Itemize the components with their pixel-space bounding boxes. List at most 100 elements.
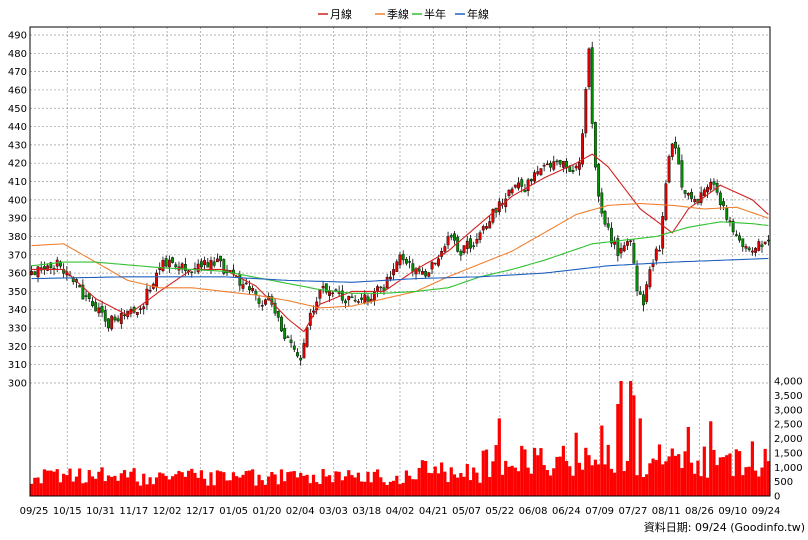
volume-bar xyxy=(241,474,245,496)
volume-bar xyxy=(369,482,373,496)
volume-bar xyxy=(484,449,489,496)
price-tick-label: 360 xyxy=(8,269,27,280)
price-tick-label: 340 xyxy=(8,305,27,316)
volume-bar xyxy=(734,449,738,496)
candle-down xyxy=(718,192,722,206)
volume-bar xyxy=(388,481,392,496)
candle-up xyxy=(686,193,690,196)
candle-down xyxy=(123,314,126,317)
volume-bar xyxy=(741,475,745,496)
candle-down xyxy=(219,255,223,262)
volume-bar xyxy=(443,471,447,496)
volume-bar xyxy=(33,477,37,496)
candle-down xyxy=(100,306,104,313)
volume-bar xyxy=(462,476,466,496)
volume-bar xyxy=(750,441,754,496)
volume-bar xyxy=(513,467,517,496)
volume-bar xyxy=(331,482,335,496)
volume-bar xyxy=(180,472,184,496)
volume-bar xyxy=(382,482,386,496)
volume-bar xyxy=(372,471,376,496)
volume-bar xyxy=(635,475,639,496)
volume-bar xyxy=(263,484,268,496)
candle-up xyxy=(264,299,267,305)
volume-bar xyxy=(318,484,322,496)
candle-up xyxy=(507,189,511,196)
candle-down xyxy=(680,160,684,188)
volume-bar xyxy=(138,485,143,496)
candle-down xyxy=(199,261,203,268)
volume-bar xyxy=(84,482,88,496)
candle-down xyxy=(610,227,613,244)
candle-up xyxy=(702,189,706,197)
volume-bar xyxy=(667,456,671,496)
candle-up xyxy=(139,308,142,310)
volume-bar xyxy=(308,483,312,496)
date-tick-label: 03/03 xyxy=(319,506,348,517)
volume-bar xyxy=(359,481,364,496)
volume-bar xyxy=(625,460,630,496)
volume-bar xyxy=(539,448,543,496)
candle-up xyxy=(488,221,492,229)
volume-bar xyxy=(279,469,284,496)
volume-bar xyxy=(504,460,508,496)
volume-bar xyxy=(712,449,716,496)
candle-down xyxy=(42,266,46,269)
candle-down xyxy=(738,235,741,241)
candle-up xyxy=(629,240,633,242)
volume-bar xyxy=(126,477,130,496)
volume-bar xyxy=(436,473,441,496)
volume-bar xyxy=(584,447,588,496)
candle-up xyxy=(510,188,514,194)
volume-bar xyxy=(119,473,123,496)
volume-bar xyxy=(302,475,306,496)
candle-down xyxy=(722,201,725,206)
data-date-credit: 資料日期: 09/24 (Goodinfo.tw) xyxy=(644,520,805,534)
candle-down xyxy=(725,208,729,220)
candle-up xyxy=(651,263,655,267)
candle-up xyxy=(331,292,335,295)
volume-bar xyxy=(718,457,722,496)
candle-up xyxy=(491,209,495,223)
volume-bar xyxy=(46,470,50,496)
candle-up xyxy=(757,241,761,251)
candle-up xyxy=(552,161,556,170)
volume-bar xyxy=(356,472,360,496)
volume-axis: 0 500 1,000 1,500 2,000 2,500 3,000 3,500 4,000 xyxy=(774,377,803,503)
volume-bar xyxy=(52,471,56,496)
candle-up xyxy=(750,250,754,253)
volume-bar xyxy=(417,467,421,496)
candle-up xyxy=(363,294,367,304)
volume-bar xyxy=(334,471,338,496)
candle-down xyxy=(603,211,607,225)
candle-up xyxy=(421,271,424,275)
candle-down xyxy=(94,302,98,312)
volume-bar xyxy=(222,472,226,496)
volume-bar xyxy=(670,448,674,496)
candle-down xyxy=(600,192,604,214)
candle-up xyxy=(398,254,402,266)
candle-down xyxy=(164,258,168,267)
volume-bar xyxy=(411,479,415,496)
volume-bar xyxy=(55,469,59,496)
candle-down xyxy=(103,310,107,322)
candle-down xyxy=(632,243,636,264)
volume-bar xyxy=(148,477,152,496)
volume-bar xyxy=(661,464,665,496)
price-tick-label: 350 xyxy=(8,287,27,298)
price-tick-label: 470 xyxy=(8,67,27,78)
candle-down xyxy=(472,245,476,247)
volume-bar xyxy=(619,381,623,496)
volume-bar xyxy=(507,466,511,496)
volume-bar xyxy=(286,472,290,496)
volume-bar xyxy=(654,460,658,496)
volume-bar xyxy=(231,472,236,496)
volume-bar xyxy=(683,451,687,496)
candle-up xyxy=(305,327,309,347)
candle-up xyxy=(513,184,517,188)
stock-chart: 月線 季線 半年 年線 3003103203303403503603703803… xyxy=(8,7,805,534)
volume-bar xyxy=(747,466,751,496)
candle-down xyxy=(212,261,216,266)
candle-down xyxy=(571,170,575,172)
candle-down xyxy=(404,259,408,264)
